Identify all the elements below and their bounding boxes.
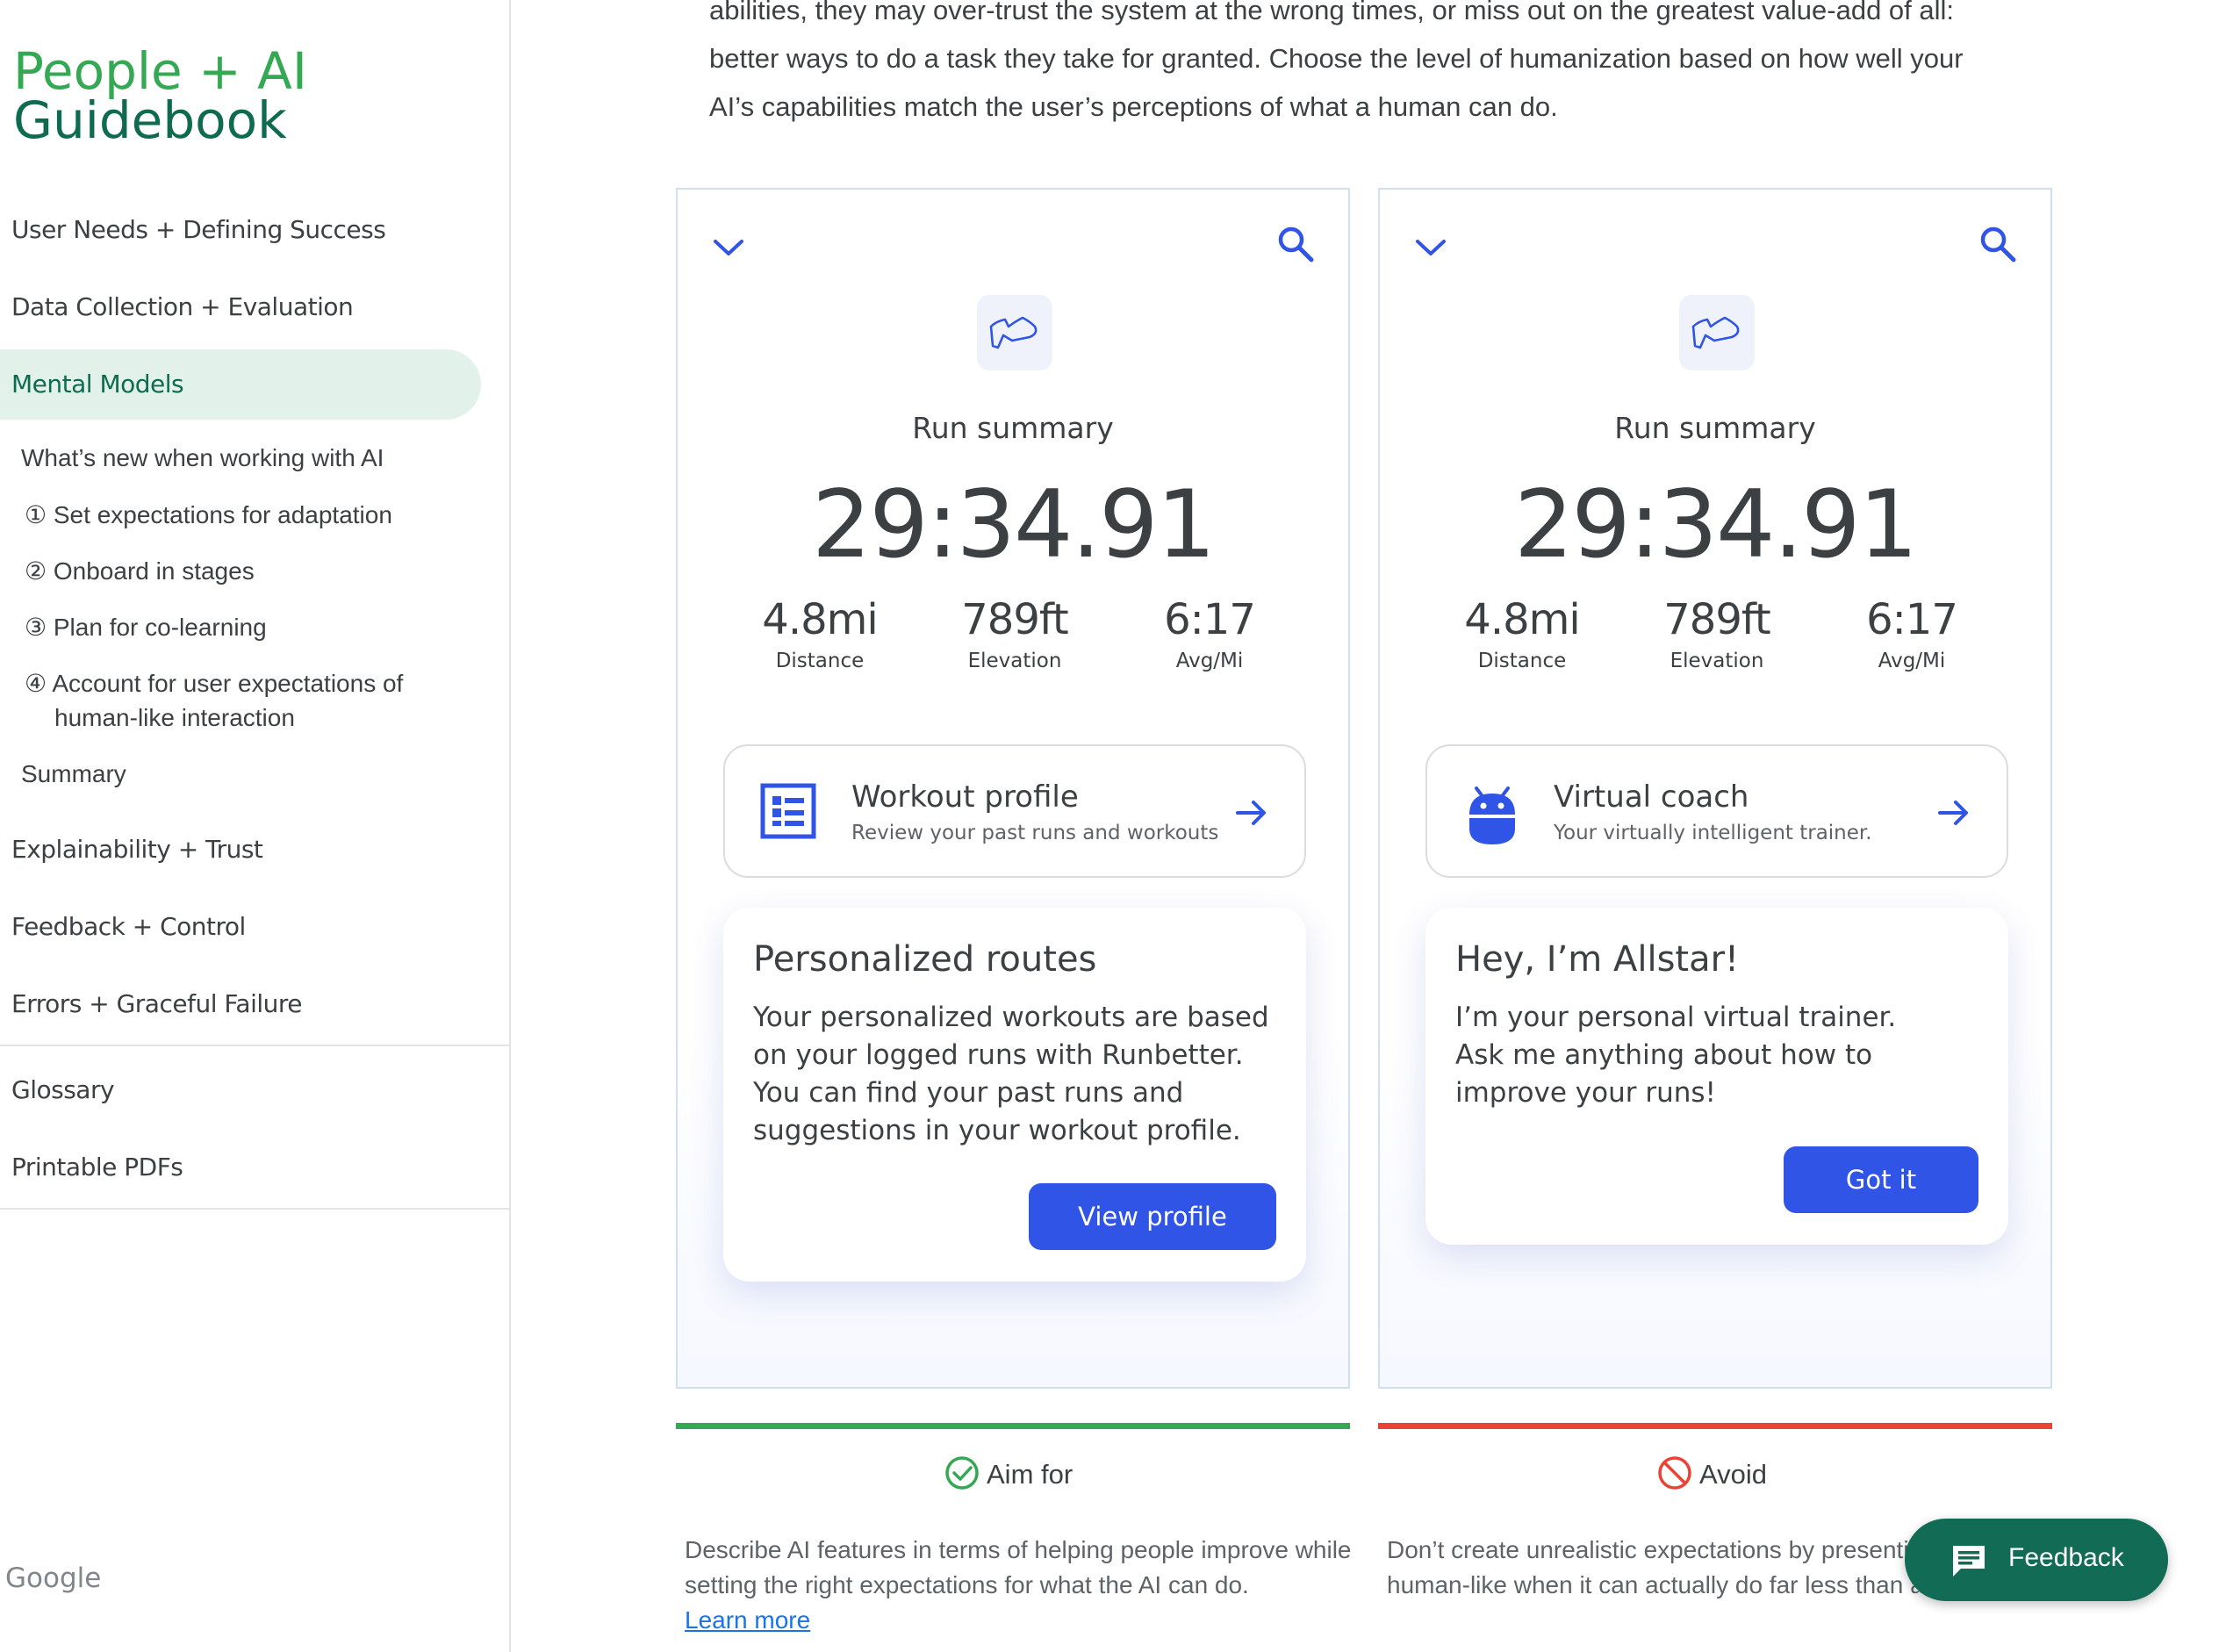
- robot-icon: [1469, 786, 1515, 844]
- nav-feedback-control[interactable]: Feedback + Control: [11, 912, 246, 941]
- stat-label: Distance: [1477, 650, 1567, 672]
- nav-glossary[interactable]: Glossary: [11, 1075, 115, 1104]
- feedback-label: Feedback: [2008, 1543, 2124, 1572]
- shoe-icon: [977, 295, 1052, 370]
- nav-printable-pdfs[interactable]: Printable PDFs: [11, 1153, 183, 1182]
- body-text-line-2: better ways to do a task they take for g…: [709, 43, 1964, 74]
- stat-value: 4.8mi: [762, 595, 878, 644]
- body-text-line-1: abilities, they may over-trust the syste…: [709, 0, 1955, 25]
- stat-label: Elevation: [967, 650, 1062, 672]
- stat-value: 789ft: [961, 595, 1069, 644]
- stat-pace: 6:17 Avg/Mi: [1824, 595, 2000, 672]
- chevron-down-icon[interactable]: [1413, 230, 1448, 265]
- run-summary-title: Run summary: [912, 411, 1114, 445]
- popup-body: Your personalized workouts are based on …: [753, 1002, 1269, 1146]
- popup-body: I’m your personal virtual trainer. Ask m…: [1455, 1002, 1897, 1109]
- aim-for-bar: [676, 1423, 1350, 1429]
- example-panel-aim-for: Run summary 29:34.91 4.8mi Distance 789f…: [676, 188, 1350, 1389]
- nav-errors[interactable]: Errors + Graceful Failure: [11, 989, 303, 1018]
- stat-value: 789ft: [1663, 595, 1771, 644]
- stat-distance: 4.8mi Distance: [1434, 595, 1610, 672]
- run-time: 29:34.91: [811, 470, 1216, 578]
- aim-for-text: Aim for: [987, 1459, 1074, 1490]
- stat-distance: 4.8mi Distance: [732, 595, 908, 672]
- nav-sub-onboard[interactable]: ② Onboard in stages: [25, 557, 255, 585]
- card-subtitle: Your virtually intelligent trainer.: [1554, 822, 1872, 844]
- card-subtitle: Review your past runs and workouts: [851, 822, 1219, 844]
- shoe-icon: [1679, 295, 1755, 370]
- avoid-label: Avoid: [1657, 1455, 1767, 1490]
- logo-line-1[interactable]: People + AI: [13, 46, 307, 97]
- nav-sub-whats-new[interactable]: What’s new when working with AI: [21, 444, 384, 472]
- stat-value: 6:17: [1866, 595, 1958, 644]
- workout-profile-card[interactable]: Workout profile Review your past runs an…: [723, 744, 1306, 878]
- nav-explainability[interactable]: Explainability + Trust: [11, 835, 263, 864]
- got-it-button[interactable]: Got it: [1784, 1146, 1978, 1213]
- stat-label: Elevation: [1670, 650, 1764, 672]
- popup-title: Personalized routes: [753, 939, 1097, 980]
- google-logo: Google: [5, 1562, 102, 1594]
- nav-mental-models[interactable]: Mental Models: [11, 370, 184, 399]
- sidebar-divider-2: [0, 1208, 509, 1210]
- nav-user-needs[interactable]: User Needs + Defining Success: [11, 215, 386, 244]
- search-icon[interactable]: [1276, 225, 1315, 263]
- stat-value: 6:17: [1164, 595, 1256, 644]
- stat-value: 4.8mi: [1464, 595, 1580, 644]
- feedback-icon: [1953, 1546, 1985, 1577]
- aim-for-description: Describe AI features in terms of helping…: [685, 1533, 1361, 1638]
- body-text-line-3: AI’s capabilities match the user’s perce…: [709, 91, 1558, 122]
- chevron-down-icon[interactable]: [711, 230, 746, 265]
- sidebar: People + AI Guidebook User Needs + Defin…: [0, 0, 511, 1652]
- view-profile-button[interactable]: View profile: [1029, 1183, 1276, 1250]
- stat-label: Distance: [775, 650, 865, 672]
- nav-sub-human-like-line2[interactable]: human-like interaction: [54, 704, 295, 732]
- nav-data-collection[interactable]: Data Collection + Evaluation: [11, 292, 354, 321]
- stat-label: Avg/Mi: [1878, 650, 1946, 672]
- list-icon: [760, 783, 816, 839]
- feedback-button[interactable]: Feedback: [1905, 1519, 2168, 1601]
- nav-sub-summary[interactable]: Summary: [21, 760, 126, 788]
- nav-sub-human-like[interactable]: ④ Account for user expectations of: [25, 669, 403, 698]
- allstar-popup: Hey, I’m Allstar! I’m your personal virt…: [1425, 908, 2008, 1245]
- prohibited-icon: [1658, 1456, 1691, 1490]
- nav-sub-co-learning[interactable]: ③ Plan for co-learning: [25, 613, 267, 642]
- logo-line-2[interactable]: Guidebook: [13, 95, 287, 146]
- sidebar-divider: [0, 1045, 509, 1046]
- stat-elevation: 789ft Elevation: [927, 595, 1102, 672]
- card-title: Virtual coach: [1554, 779, 1749, 815]
- arrow-right-icon[interactable]: [1936, 795, 1971, 830]
- personalized-routes-popup: Personalized routes Your personalized wo…: [723, 908, 1306, 1282]
- avoid-text: Avoid: [1699, 1459, 1767, 1490]
- example-panel-avoid: Run summary 29:34.91 4.8mi Distance 789f…: [1378, 188, 2052, 1389]
- aim-for-description-text: Describe AI features in terms of helping…: [685, 1536, 1352, 1598]
- card-title: Workout profile: [851, 779, 1079, 815]
- check-circle-icon: [945, 1456, 979, 1490]
- arrow-right-icon[interactable]: [1234, 795, 1269, 830]
- aim-for-label: Aim for: [944, 1455, 1073, 1490]
- virtual-coach-card[interactable]: Virtual coach Your virtually intelligent…: [1425, 744, 2008, 878]
- run-time: 29:34.91: [1513, 470, 1918, 578]
- search-icon[interactable]: [1978, 225, 2017, 263]
- run-summary-title: Run summary: [1614, 411, 1816, 445]
- stat-pace: 6:17 Avg/Mi: [1122, 595, 1297, 672]
- learn-more-link[interactable]: Learn more: [685, 1606, 810, 1634]
- popup-title: Hey, I’m Allstar!: [1455, 939, 1740, 980]
- avoid-bar: [1378, 1423, 2052, 1429]
- stat-label: Avg/Mi: [1175, 650, 1244, 672]
- stat-elevation: 789ft Elevation: [1629, 595, 1805, 672]
- nav-sub-set-expectations[interactable]: ① Set expectations for adaptation: [25, 500, 392, 529]
